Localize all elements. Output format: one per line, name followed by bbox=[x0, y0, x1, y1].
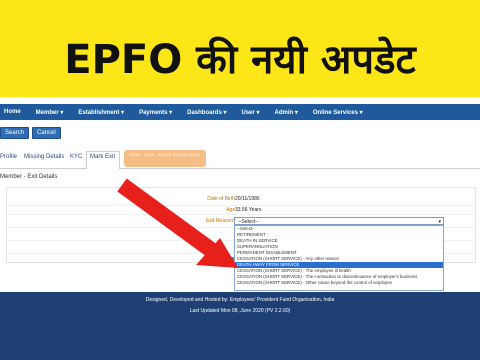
nav-user-label: User bbox=[241, 109, 255, 116]
nav-payments-label: Payments bbox=[139, 109, 168, 116]
age-value: 33.56 Years bbox=[235, 207, 262, 213]
section-title: Member - Exit Details bbox=[0, 174, 58, 180]
tab-kyc[interactable]: KYC bbox=[70, 154, 82, 160]
thumbnail-banner: EPFO की नयी अपडेट bbox=[0, 0, 480, 97]
tab-mark-exit[interactable]: Mark Exit bbox=[90, 154, 115, 160]
form-divider bbox=[6, 214, 474, 215]
exit-reason-select[interactable]: --Select-- ▾ bbox=[234, 217, 444, 225]
nav-payments[interactable]: Payments ▾ bbox=[139, 109, 172, 116]
exit-reason-label: Exit Reason* bbox=[206, 218, 235, 224]
nav-home[interactable]: Home bbox=[4, 109, 21, 115]
nav-dashboards-label: Dashboards bbox=[187, 109, 222, 116]
main-navbar: Home Member ▾ Establishment ▾ Payments ▾… bbox=[0, 104, 480, 120]
tab-profile[interactable]: Profile bbox=[0, 154, 17, 160]
nav-admin-label: Admin bbox=[274, 109, 294, 116]
member-id-badge: XXXX - XXXX - XXXXX XXXXX XXXXX bbox=[124, 150, 206, 167]
dropdown-option[interactable]: CESSATION (SHORT SERVICE) - Other cause … bbox=[235, 280, 443, 286]
member-tabs: Profile Missing Details KYC Mark Exit bbox=[0, 150, 480, 169]
search-button[interactable]: Search bbox=[0, 127, 30, 139]
tab-missing-details[interactable]: Missing Details bbox=[24, 154, 64, 160]
dob-value: 20/11/1986 bbox=[235, 196, 260, 202]
nav-dashboards[interactable]: Dashboards ▾ bbox=[187, 109, 226, 116]
form-divider bbox=[6, 205, 474, 206]
action-buttons: Search Cancel bbox=[0, 127, 61, 139]
nav-establishment-label: Establishment bbox=[78, 109, 120, 116]
nav-establishment[interactable]: Establishment ▾ bbox=[78, 109, 124, 116]
nav-admin[interactable]: Admin ▾ bbox=[275, 109, 298, 116]
banner-title: EPFO की नयी अपडेट bbox=[64, 37, 416, 83]
exit-reason-dropdown: --Select-- RETIREMENT DEATH IN SERVICE S… bbox=[234, 225, 444, 291]
nav-online-services-label: Online Services bbox=[312, 109, 358, 116]
nav-member[interactable]: Member ▾ bbox=[36, 109, 64, 116]
nav-user[interactable]: User ▾ bbox=[242, 109, 260, 116]
green-action-button[interactable] bbox=[226, 257, 234, 263]
nav-member-label: Member bbox=[35, 109, 59, 116]
dob-label: Date of Birth bbox=[207, 196, 235, 202]
cancel-button[interactable]: Cancel bbox=[32, 127, 61, 139]
footer-credit: Designed, Developed and Hosted by: Emplo… bbox=[145, 297, 335, 303]
footer-last-updated: Last Updated Mon 08, June 2020 (PV 2.2.6… bbox=[189, 308, 291, 314]
age-label: Age bbox=[226, 207, 235, 213]
nav-online-services[interactable]: Online Services ▾ bbox=[313, 109, 363, 116]
